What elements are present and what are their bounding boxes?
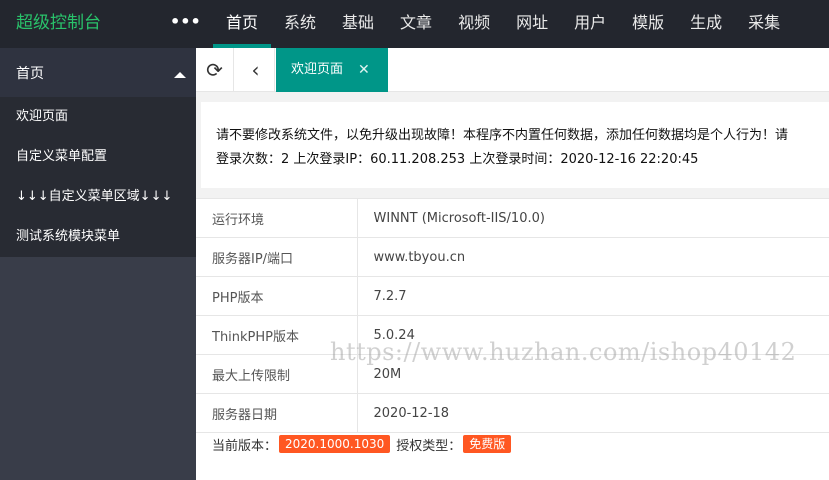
license-badge: 免费版 [463, 435, 512, 453]
notice-warning-text: 请不要修改系统文件，以免升级出现故障！本程序不内置任何数据，添加任何数据均是个人… [216, 128, 789, 143]
top-nav: 首页 系统 基础 文章 视频 网址 用户 模版 生成 采集 [213, 0, 793, 48]
topnav-item-url[interactable]: 网址 [503, 0, 561, 48]
topnav-item-video[interactable]: 视频 [445, 0, 503, 48]
sidebar-group-home[interactable]: 首页 [0, 48, 196, 97]
row-key: 服务器IP/端口 [196, 237, 358, 277]
row-value: www.tbyou.cn [357, 237, 829, 277]
version-row: 当前版本： 2020.1000.1030 授权类型： 免费版 [212, 434, 517, 454]
caret-up-icon [174, 72, 186, 78]
current-version-label: 当前版本： [212, 438, 278, 454]
close-icon[interactable]: ✕ [358, 48, 370, 92]
notice-box: 请不要修改系统文件，以免升级出现故障！本程序不内置任何数据，添加任何数据均是个人… [196, 102, 829, 188]
app-logo[interactable]: 超级控制台 [0, 0, 196, 48]
more-icon[interactable]: ••• [170, 12, 201, 36]
topnav-item-home[interactable]: 首页 [213, 0, 272, 48]
tab-bar: ⟳ ‹ 欢迎页面 ✕ [196, 48, 829, 92]
topnav-item-basic[interactable]: 基础 [329, 0, 387, 48]
table-row: PHP版本 7.2.7 [196, 276, 829, 316]
topnav-item-article[interactable]: 文章 [387, 0, 445, 48]
sidebar-item-welcome[interactable]: 欢迎页面 [0, 97, 196, 137]
tab-label: 欢迎页面 [291, 62, 344, 77]
table-row: 服务器日期 2020-12-18 [196, 393, 829, 433]
sidebar-group-label: 首页 [16, 66, 44, 82]
table-row: 服务器IP/端口 www.tbyou.cn [196, 237, 829, 277]
watermark-text: https://www.huzhan.com/ishop40142 [330, 338, 797, 366]
top-bar: 超级控制台 ••• 首页 系统 基础 文章 视频 网址 用户 模版 生成 采集 [0, 0, 829, 48]
topnav-item-system[interactable]: 系统 [271, 0, 329, 48]
main-content: ⟳ ‹ 欢迎页面 ✕ 请不要修改系统文件，以免升级出现故障！本程序不内置任何数据… [196, 48, 829, 480]
tab-welcome[interactable]: 欢迎页面 ✕ [276, 48, 388, 92]
row-key: PHP版本 [196, 276, 358, 316]
topnav-item-generate[interactable]: 生成 [677, 0, 735, 48]
notice-accent-bar [196, 102, 201, 188]
row-key: 服务器日期 [196, 393, 358, 433]
sidebar-submenu: 欢迎页面 自定义菜单配置 ↓↓↓自定义菜单区域↓↓↓ 测试系统模块菜单 [0, 97, 196, 257]
server-info-table: 运行环境 WINNT (Microsoft-IIS/10.0) 服务器IP/端口… [196, 198, 829, 433]
sidebar: 首页 欢迎页面 自定义菜单配置 ↓↓↓自定义菜单区域↓↓↓ 测试系统模块菜单 [0, 48, 196, 480]
refresh-icon[interactable]: ⟳ [196, 48, 234, 92]
topnav-item-user[interactable]: 用户 [561, 0, 619, 48]
table-row: 运行环境 WINNT (Microsoft-IIS/10.0) [196, 198, 829, 238]
row-key: 运行环境 [196, 198, 358, 238]
topnav-item-template[interactable]: 模版 [619, 0, 677, 48]
sidebar-item-test-module[interactable]: 测试系统模块菜单 [0, 217, 196, 257]
chevron-left-icon[interactable]: ‹ [237, 48, 275, 92]
row-value: WINNT (Microsoft-IIS/10.0) [357, 198, 829, 238]
sidebar-item-custom-menu-config[interactable]: 自定义菜单配置 [0, 137, 196, 177]
sidebar-item-custom-menu-area[interactable]: ↓↓↓自定义菜单区域↓↓↓ [0, 177, 196, 217]
topnav-item-collect[interactable]: 采集 [735, 0, 793, 48]
version-badge: 2020.1000.1030 [279, 435, 391, 453]
row-value: 7.2.7 [357, 276, 829, 316]
row-value: 2020-12-18 [357, 393, 829, 433]
notice-login-info: 登录次数：2 上次登录IP：60.11.208.253 上次登录时间：2020-… [216, 152, 699, 167]
license-type-label: 授权类型： [396, 438, 462, 454]
